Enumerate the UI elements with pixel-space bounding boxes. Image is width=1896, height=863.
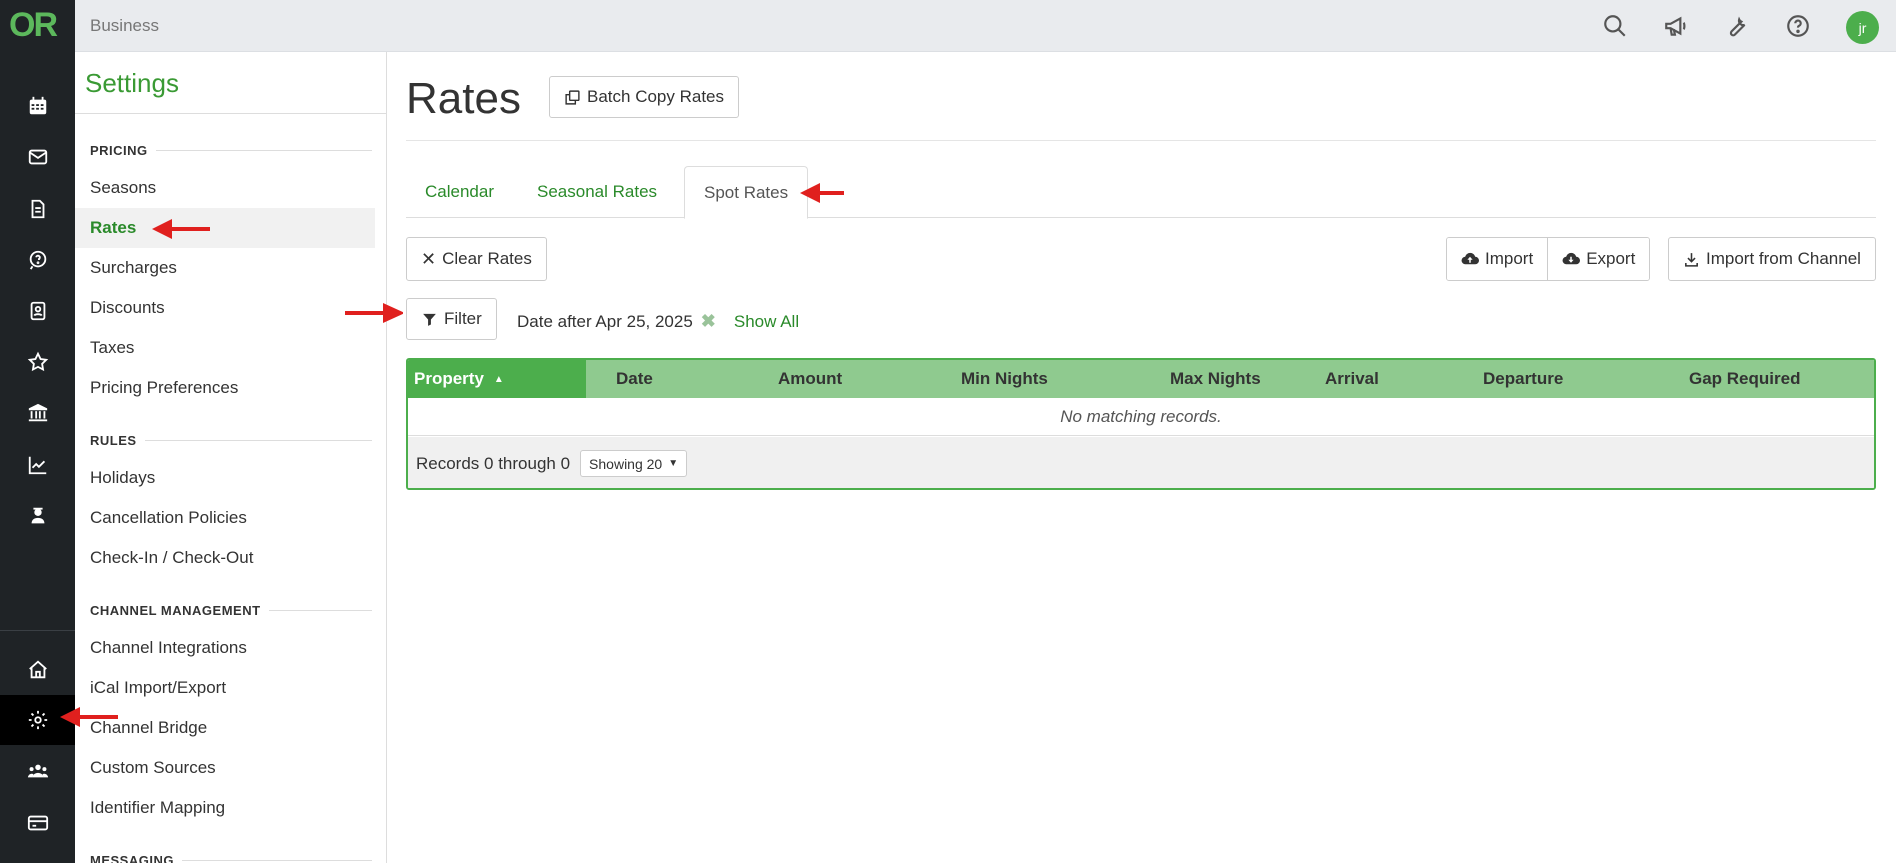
bank-icon[interactable]	[0, 388, 75, 438]
active-filter: Date after Apr 25, 2025 ✖ Show All	[517, 311, 799, 332]
export-button[interactable]: Export	[1547, 238, 1650, 280]
sidebar-item-discounts[interactable]: Discounts	[75, 288, 375, 328]
batch-copy-label: Batch Copy Rates	[587, 87, 725, 106]
import-export-group: Import Export	[1446, 237, 1651, 281]
sidebar-item-ical[interactable]: iCal Import/Export	[75, 668, 375, 708]
section-label: PRICING	[90, 143, 148, 158]
sidebar-title: Settings	[85, 68, 179, 98]
page-title: Rates	[406, 74, 521, 123]
import-button[interactable]: Import	[1447, 238, 1548, 280]
page-size-value: Showing 20	[589, 455, 663, 472]
annotation-arrow-icon	[800, 183, 844, 203]
section-label: CHANNEL MANAGEMENT	[90, 603, 261, 618]
tab-seasonal-rates[interactable]: Seasonal Rates	[518, 166, 676, 218]
left-rail: OR	[0, 0, 75, 863]
megaphone-icon[interactable]	[1662, 12, 1690, 40]
sort-asc-icon: ▲	[493, 373, 504, 385]
user-badge-icon[interactable]	[0, 491, 75, 541]
document-icon[interactable]	[0, 184, 75, 234]
rate-tabs: Calendar Seasonal Rates Spot Rates	[406, 166, 1876, 219]
star-icon[interactable]	[0, 337, 75, 387]
sidebar-item-custom-sources[interactable]: Custom Sources	[75, 748, 375, 788]
clear-rates-button[interactable]: ✕ Clear Rates	[406, 237, 547, 281]
section-channel-management: CHANNEL MANAGEMENT	[90, 603, 372, 618]
tab-calendar[interactable]: Calendar	[406, 166, 513, 218]
column-min-nights[interactable]: Min Nights	[961, 360, 1048, 398]
chat-icon[interactable]	[0, 235, 75, 285]
page-size-select[interactable]: Showing 20 ▼	[580, 450, 688, 477]
calendar-icon[interactable]	[0, 81, 75, 131]
sidebar-item-surcharges[interactable]: Surcharges	[75, 248, 375, 288]
column-amount[interactable]: Amount	[778, 360, 842, 398]
credit-card-icon[interactable]	[0, 798, 75, 848]
filter-label: Filter	[444, 309, 482, 328]
column-date[interactable]: Date	[616, 360, 653, 398]
top-bar: Business jr	[75, 0, 1896, 52]
sidebar-item-channel-bridge[interactable]: Channel Bridge	[75, 708, 375, 748]
avatar[interactable]: jr	[1846, 11, 1879, 44]
rates-table: Property ▲ Date Amount Min Nights Max Ni…	[406, 358, 1876, 490]
search-icon[interactable]	[1601, 12, 1629, 40]
column-property[interactable]: Property ▲	[408, 360, 586, 398]
tab-spot-rates[interactable]: Spot Rates	[684, 166, 809, 219]
section-label: RULES	[90, 433, 137, 448]
table-header: Property ▲ Date Amount Min Nights Max Ni…	[408, 360, 1874, 398]
import-label: Import	[1485, 249, 1534, 268]
sidebar-item-taxes[interactable]: Taxes	[75, 328, 375, 368]
sidebar-title-divider	[75, 113, 386, 114]
settings-sidebar: Settings PRICING Seasons Rates Surcharge…	[75, 52, 387, 863]
filter-button[interactable]: Filter	[406, 298, 497, 340]
cloud-upload-icon	[1461, 252, 1479, 265]
home-icon[interactable]	[0, 645, 75, 695]
annotation-arrow-icon	[60, 707, 118, 727]
column-gap-required[interactable]: Gap Required	[1689, 360, 1800, 398]
sidebar-item-check-in-out[interactable]: Check-In / Check-Out	[75, 538, 375, 578]
envelope-icon[interactable]	[0, 132, 75, 182]
section-messaging: MESSAGING	[90, 853, 372, 863]
title-divider	[406, 140, 1876, 141]
filter-description: Date after Apr 25, 2025	[517, 311, 693, 331]
show-all-link[interactable]: Show All	[734, 312, 799, 332]
copy-icon	[565, 89, 580, 105]
sidebar-item-channel-integrations[interactable]: Channel Integrations	[75, 628, 375, 668]
caret-down-icon: ▼	[668, 458, 679, 469]
breadcrumb[interactable]: Business	[90, 16, 159, 36]
column-arrival[interactable]: Arrival	[1325, 360, 1379, 398]
table-footer: Records 0 through 0 Showing 20 ▼	[408, 437, 1874, 488]
close-icon: ✕	[421, 248, 437, 269]
wrench-icon[interactable]	[1723, 12, 1751, 40]
help-icon[interactable]	[1784, 12, 1812, 40]
cloud-download-icon	[1562, 252, 1581, 265]
rail-divider	[0, 630, 75, 631]
sidebar-item-pricing-preferences[interactable]: Pricing Preferences	[75, 368, 375, 408]
sidebar-item-rates[interactable]: Rates	[75, 208, 375, 248]
section-rules: RULES	[90, 433, 372, 448]
app-logo[interactable]: OR	[9, 6, 58, 45]
sidebar-item-seasons[interactable]: Seasons	[75, 168, 375, 208]
batch-copy-rates-button[interactable]: Batch Copy Rates	[549, 76, 740, 118]
remove-filter-icon[interactable]: ✖	[701, 311, 716, 332]
contacts-icon[interactable]	[0, 286, 75, 336]
section-label: MESSAGING	[90, 853, 174, 863]
users-icon[interactable]	[0, 746, 75, 796]
sidebar-item-cancellation-policies[interactable]: Cancellation Policies	[75, 498, 375, 538]
records-count: Records 0 through 0	[416, 453, 571, 473]
empty-message: No matching records.	[408, 398, 1874, 436]
sidebar-item-holidays[interactable]: Holidays	[75, 458, 375, 498]
chart-icon[interactable]	[0, 440, 75, 490]
export-label: Export	[1586, 249, 1636, 268]
column-label: Property	[414, 369, 484, 388]
annotation-arrow-icon	[152, 219, 210, 239]
clear-rates-label: Clear Rates	[442, 249, 532, 268]
annotation-arrow-icon	[345, 303, 403, 323]
import-from-channel-label: Import from Channel	[1706, 249, 1861, 268]
sidebar-item-identifier-mapping[interactable]: Identifier Mapping	[75, 788, 375, 828]
main-content: Rates Batch Copy Rates Calendar Seasonal…	[388, 52, 1896, 863]
download-icon	[1685, 252, 1698, 267]
filter-icon	[423, 313, 436, 326]
section-pricing: PRICING	[90, 143, 372, 158]
column-departure[interactable]: Departure	[1483, 360, 1563, 398]
column-max-nights[interactable]: Max Nights	[1170, 360, 1261, 398]
import-from-channel-button[interactable]: Import from Channel	[1668, 237, 1876, 281]
